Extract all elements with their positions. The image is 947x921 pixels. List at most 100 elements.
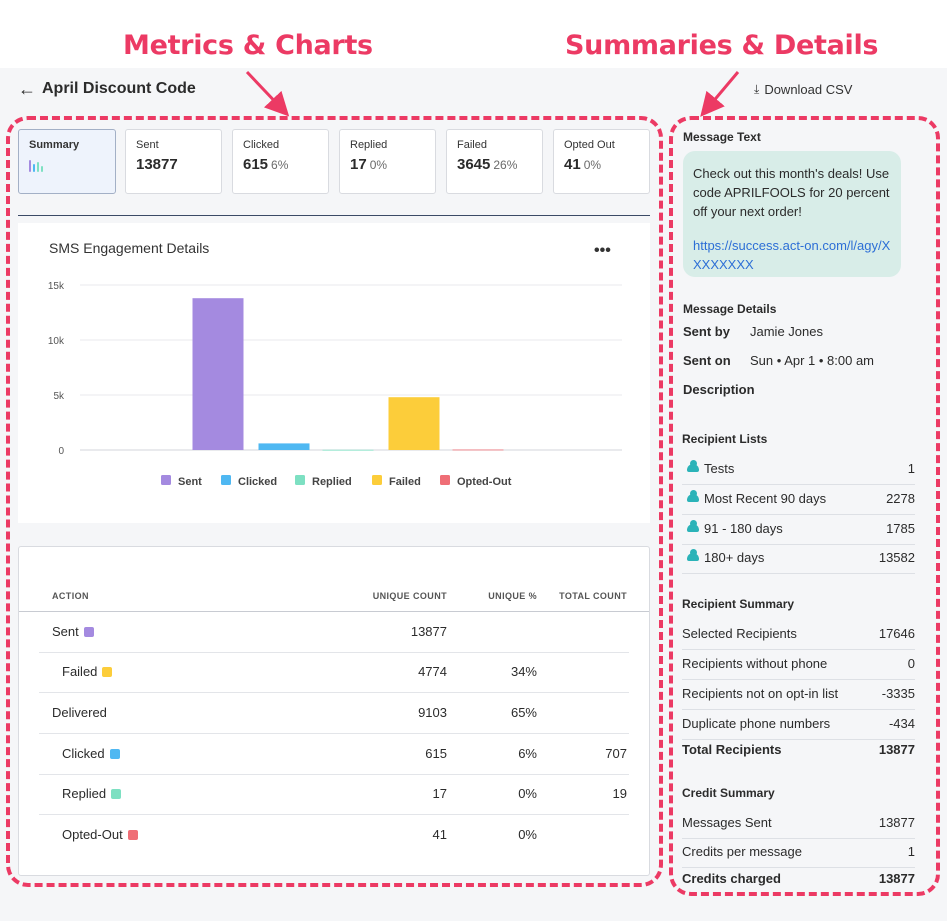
legend-swatch [372,475,382,485]
cloud-icon [687,490,699,502]
credit-summary-heading: Credit Summary [682,786,775,800]
y-tick-label: 10k [48,336,65,347]
table-row: Opted-Out 41 0% [19,815,649,855]
recipient-summary-row: Selected Recipients 17646 [682,619,915,649]
row-label: Messages Sent [682,815,772,830]
recipient-summary-row: Recipients without phone 0 [682,649,915,679]
row-label-text: Credits per message [682,844,802,859]
color-swatch [109,749,120,759]
row-value: 2278 [886,491,915,506]
metric-card-replied[interactable]: Replied 17 0% [339,129,436,194]
row-value: 13877 [878,815,915,830]
row-label-text: Credits charged [682,871,781,886]
y-tick-label: 5k [53,391,65,402]
download-csv-button[interactable]: ⤓ Download CSV [754,82,852,97]
row-value: 13877 [878,871,915,886]
cloud-icon [687,549,699,561]
legend-swatch [221,475,231,485]
action-label: Replied [62,786,107,801]
legend-label: Failed [389,476,421,488]
row-value: -434 [888,716,915,731]
row-value: 1 [907,461,915,476]
engagement-chart: 0 5k 10k 15k Sent Clicked Replied Failed Opted-O… [48,281,622,488]
metric-card-value: 13877 [136,156,211,173]
row-unique-count: 9103 [418,705,447,720]
recipient-list-item: Most Recent 90 days 2278 [682,484,915,514]
metric-card-label: Sent [136,139,159,151]
action-label: Opted-Out [62,827,123,842]
row-unique-pct: 34% [510,664,537,679]
metric-card-summary[interactable]: Summary [18,129,116,194]
color-swatch [83,627,94,637]
row-label: Selected Recipients [682,626,797,641]
row-label: 180+ days [682,549,764,565]
recipient-lists-heading: Recipient Lists [682,432,768,446]
bar-opted-out[interactable] [452,449,504,451]
row-label-text: Selected Recipients [682,626,797,641]
legend-swatch [161,475,171,485]
table-row: Delivered 9103 65% [19,693,649,733]
row-unique-count: 13877 [410,624,447,639]
download-csv-label: Download CSV [764,82,853,97]
row-unique-pct: 6% [518,746,537,761]
bar-replied[interactable] [322,449,374,451]
y-tick-label: 15k [48,281,65,292]
metric-card-sent[interactable]: Sent 13877 [125,129,222,194]
annotation-summaries-details: Summaries & Details [565,30,879,61]
table-row: Sent 13877 [19,612,649,652]
metric-card-value: 41 0% [564,156,639,173]
row-value: 13877 [878,742,915,757]
legend-swatch [440,475,450,485]
legend-item-clicked[interactable]: Clicked [221,475,277,488]
row-unique-pct: 65% [510,705,537,720]
row-unique-count: 41 [432,827,447,842]
metric-card-failed[interactable]: Failed 3645 26% [446,129,543,194]
bar-clicked[interactable] [258,443,310,450]
metric-value: 615 [243,156,269,173]
metric-pct: 0% [583,158,602,172]
table-row: Replied 17 0% 19 [19,774,649,814]
description-label: Description [683,382,755,397]
row-value: 1 [907,844,915,859]
metric-card-value: 3645 26% [457,156,532,173]
color-swatch [102,667,113,677]
column-header-action: ACTION [52,591,89,601]
row-label-text: Tests [704,461,735,476]
recipient-summary-heading: Recipient Summary [682,597,795,611]
row-label: Credits per message [682,844,802,859]
sent-by-label: Sent by [683,324,730,339]
metric-card-clicked[interactable]: Clicked 615 6% [232,129,329,194]
metric-card-value: 17 0% [350,156,425,173]
message-link[interactable]: https://success.act-on.com/l/agy/XXXXXXX… [693,236,891,274]
row-action: Delivered [52,705,107,720]
action-label: Failed [62,664,98,679]
legend-item-opted-out[interactable]: Opted-Out [440,475,512,488]
row-action: Failed [62,664,113,679]
legend-label: Replied [312,476,352,488]
bar-sent[interactable] [192,298,244,450]
chart-title: SMS Engagement Details [49,240,210,256]
message-body: Check out this month's deals! Use code A… [693,166,890,219]
legend-item-failed[interactable]: Failed [372,475,421,488]
bar-failed[interactable] [388,397,440,450]
metric-pct: 0% [369,158,388,172]
metric-pct: 6% [271,158,289,172]
action-label: Sent [52,624,79,639]
legend-label: Opted-Out [457,476,512,488]
row-label: Credits charged [682,871,781,886]
row-value: 0 [907,656,915,671]
legend-swatch [295,475,305,485]
metric-card-opted-out[interactable]: Opted Out 41 0% [553,129,650,194]
metric-card-label: Failed [457,139,487,151]
y-tick-label: 0 [58,446,64,457]
column-header-total-count: TOTAL COUNT [559,591,627,601]
legend-item-replied[interactable]: Replied [295,475,352,488]
sent-by-value: Jamie Jones [750,324,823,339]
row-label: Recipients not on opt-in list [682,686,838,701]
legend-item-sent[interactable]: Sent [161,475,202,488]
back-arrow-icon[interactable]: ← [18,80,36,98]
more-options-icon[interactable]: ••• [594,243,611,259]
action-label: Clicked [62,746,105,761]
recipient-summary-row: Total Recipients 13877 [682,735,915,765]
chart-panel: 0 5k 10k 15k Sent Clicked Replied Failed Opted-O… [18,223,650,523]
